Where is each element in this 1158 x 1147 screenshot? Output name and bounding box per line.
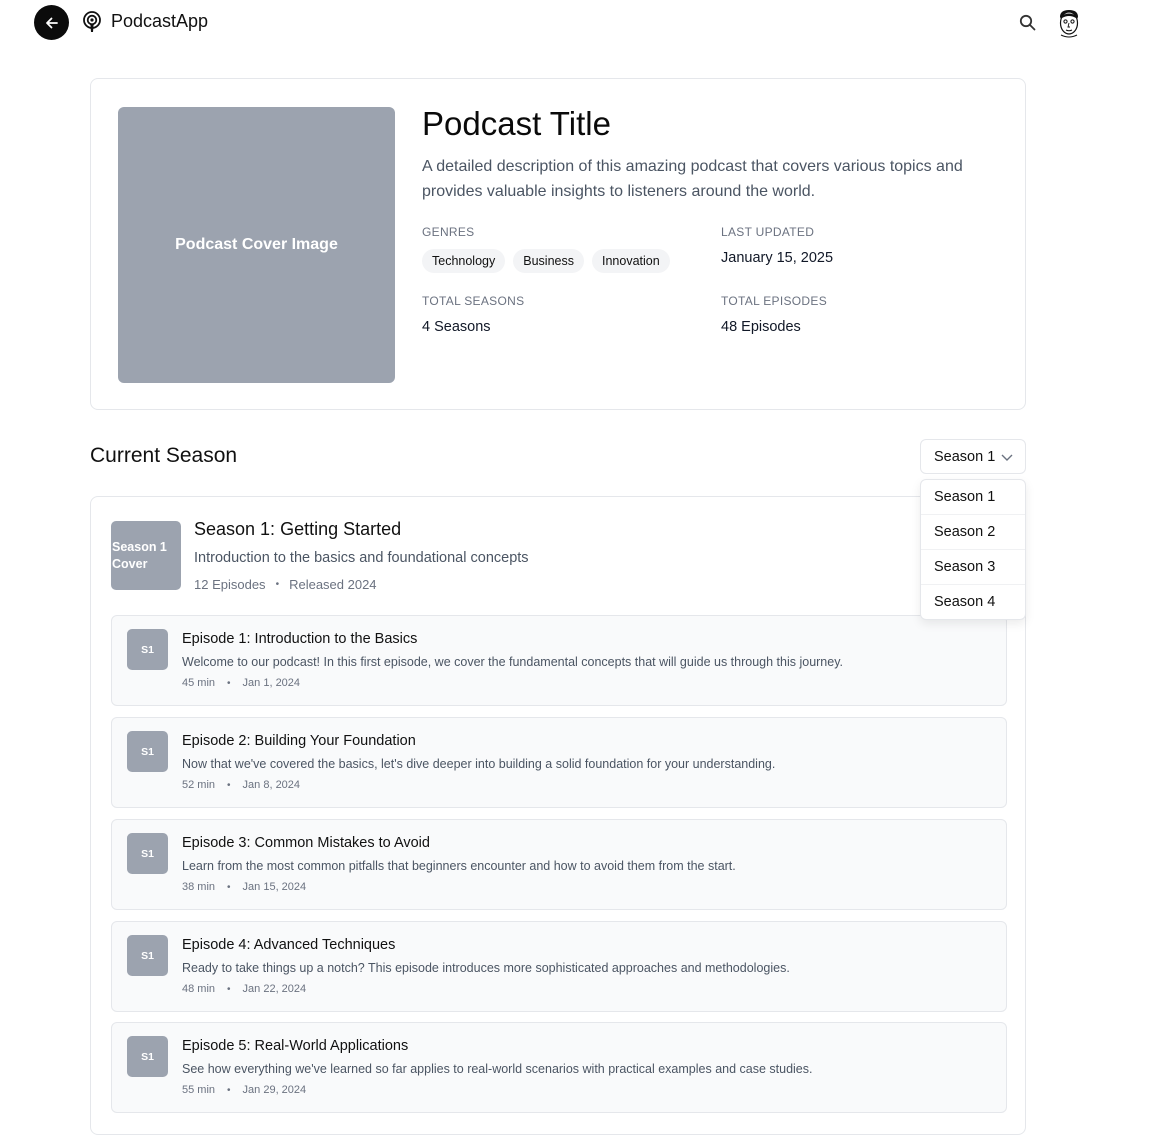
separator-dot: • bbox=[227, 677, 231, 689]
podcast-description: A detailed description of this amazing p… bbox=[422, 158, 963, 200]
genre-chip[interactable]: Innovation bbox=[591, 249, 670, 273]
season-dropdown-menu: Season 1 Season 2 Season 3 Season 4 bbox=[920, 479, 1026, 620]
episode-date: Jan 1, 2024 bbox=[242, 677, 301, 689]
season-release: Released 2024 bbox=[289, 577, 377, 592]
episode-duration: 55 min bbox=[182, 1084, 216, 1096]
season-cover-image: Season 1 Cover bbox=[111, 521, 181, 590]
episode-badge: S1 bbox=[127, 935, 168, 976]
separator-dot: • bbox=[227, 1084, 231, 1096]
episode-title: Episode 2: Building Your Foundation bbox=[182, 733, 416, 749]
season-select[interactable]: Season 1 bbox=[920, 439, 1026, 474]
total-seasons-label: TOTAL SEASONS bbox=[422, 294, 525, 308]
episode-item[interactable]: S1 Episode 1: Introduction to the Basics… bbox=[111, 615, 1007, 706]
season-meta: 12 Episodes • Released 2024 bbox=[194, 577, 377, 592]
episode-badge: S1 bbox=[127, 833, 168, 874]
total-seasons-value: 4 Seasons bbox=[422, 319, 491, 335]
season-select-value: Season 1 bbox=[934, 448, 996, 465]
separator-dot: • bbox=[227, 983, 231, 995]
episode-meta: 52 min • Jan 8, 2024 bbox=[182, 779, 300, 791]
episode-title: Episode 3: Common Mistakes to Avoid bbox=[182, 835, 430, 851]
season-option[interactable]: Season 2 bbox=[921, 515, 1025, 550]
episode-badge: S1 bbox=[127, 629, 168, 670]
season-option[interactable]: Season 4 bbox=[921, 585, 1025, 619]
podcast-details-card: Podcast Cover Image Podcast Title A deta… bbox=[90, 78, 1026, 410]
episode-duration: 45 min bbox=[182, 677, 216, 689]
episode-description: See how everything we've learned so far … bbox=[182, 1062, 813, 1076]
back-button[interactable] bbox=[34, 5, 69, 40]
episode-duration: 38 min bbox=[182, 881, 216, 893]
top-bar: PodcastApp bbox=[0, 0, 1158, 46]
episode-date: Jan 29, 2024 bbox=[242, 1084, 307, 1096]
episode-description: Ready to take things up a notch? This ep… bbox=[182, 961, 790, 975]
episode-description: Welcome to our podcast! In this first ep… bbox=[182, 655, 844, 669]
season-option[interactable]: Season 3 bbox=[921, 550, 1025, 585]
last-updated-label: LAST UPDATED bbox=[721, 225, 815, 239]
episode-duration: 48 min bbox=[182, 983, 216, 995]
app-name[interactable]: PodcastApp bbox=[111, 11, 208, 32]
separator-dot: • bbox=[227, 881, 231, 893]
podcast-icon bbox=[83, 11, 101, 32]
season-episode-count: 12 Episodes bbox=[194, 577, 266, 592]
current-season-heading: Current Season bbox=[90, 444, 238, 467]
episode-date: Jan 22, 2024 bbox=[242, 983, 307, 995]
episode-date: Jan 8, 2024 bbox=[242, 779, 301, 791]
avatar[interactable] bbox=[1054, 8, 1084, 38]
separator-dot: • bbox=[275, 579, 280, 590]
episode-description: Learn from the most common pitfalls that… bbox=[182, 859, 736, 873]
episode-title: Episode 1: Introduction to the Basics bbox=[182, 631, 418, 647]
separator-dot: • bbox=[227, 779, 231, 791]
episode-item[interactable]: S1 Episode 4: Advanced Techniques Ready … bbox=[111, 921, 1007, 1012]
podcast-title: Podcast Title bbox=[422, 105, 611, 142]
genre-list: Technology Business Innovation bbox=[422, 249, 670, 273]
total-episodes-label: TOTAL EPISODES bbox=[721, 294, 828, 308]
genre-chip[interactable]: Business bbox=[513, 249, 584, 273]
season-description: Introduction to the basics and foundatio… bbox=[194, 550, 529, 566]
episode-description: Now that we've covered the basics, let's… bbox=[182, 757, 776, 771]
episode-badge: S1 bbox=[127, 731, 168, 772]
episode-meta: 45 min • Jan 1, 2024 bbox=[182, 677, 300, 689]
episode-meta: 38 min • Jan 15, 2024 bbox=[182, 881, 306, 893]
episode-duration: 52 min bbox=[182, 779, 216, 791]
season-option[interactable]: Season 1 bbox=[921, 480, 1025, 515]
episode-meta: 55 min • Jan 29, 2024 bbox=[182, 1084, 306, 1096]
episode-badge: S1 bbox=[127, 1036, 168, 1077]
season-card: Season 1 Cover Season 1: Getting Started… bbox=[90, 496, 1026, 1135]
episode-meta: 48 min • Jan 22, 2024 bbox=[182, 983, 306, 995]
episode-item[interactable]: S1 Episode 5: Real-World Applications Se… bbox=[111, 1022, 1007, 1113]
chevron-down-icon bbox=[1001, 454, 1013, 461]
genres-label: GENRES bbox=[422, 225, 475, 239]
podcast-cover-image: Podcast Cover Image bbox=[118, 107, 395, 383]
episode-item[interactable]: S1 Episode 3: Common Mistakes to Avoid L… bbox=[111, 819, 1007, 910]
episode-title: Episode 4: Advanced Techniques bbox=[182, 937, 396, 953]
episode-date: Jan 15, 2024 bbox=[242, 881, 307, 893]
episode-item[interactable]: S1 Episode 2: Building Your Foundation N… bbox=[111, 717, 1007, 808]
genre-chip[interactable]: Technology bbox=[422, 249, 506, 273]
last-updated-value: January 15, 2025 bbox=[721, 250, 834, 266]
episode-title: Episode 5: Real-World Applications bbox=[182, 1038, 409, 1054]
total-episodes-value: 48 Episodes bbox=[721, 319, 801, 335]
search-icon[interactable] bbox=[1019, 14, 1036, 31]
arrow-left-icon bbox=[45, 17, 58, 28]
season-title: Season 1: Getting Started bbox=[194, 519, 402, 539]
